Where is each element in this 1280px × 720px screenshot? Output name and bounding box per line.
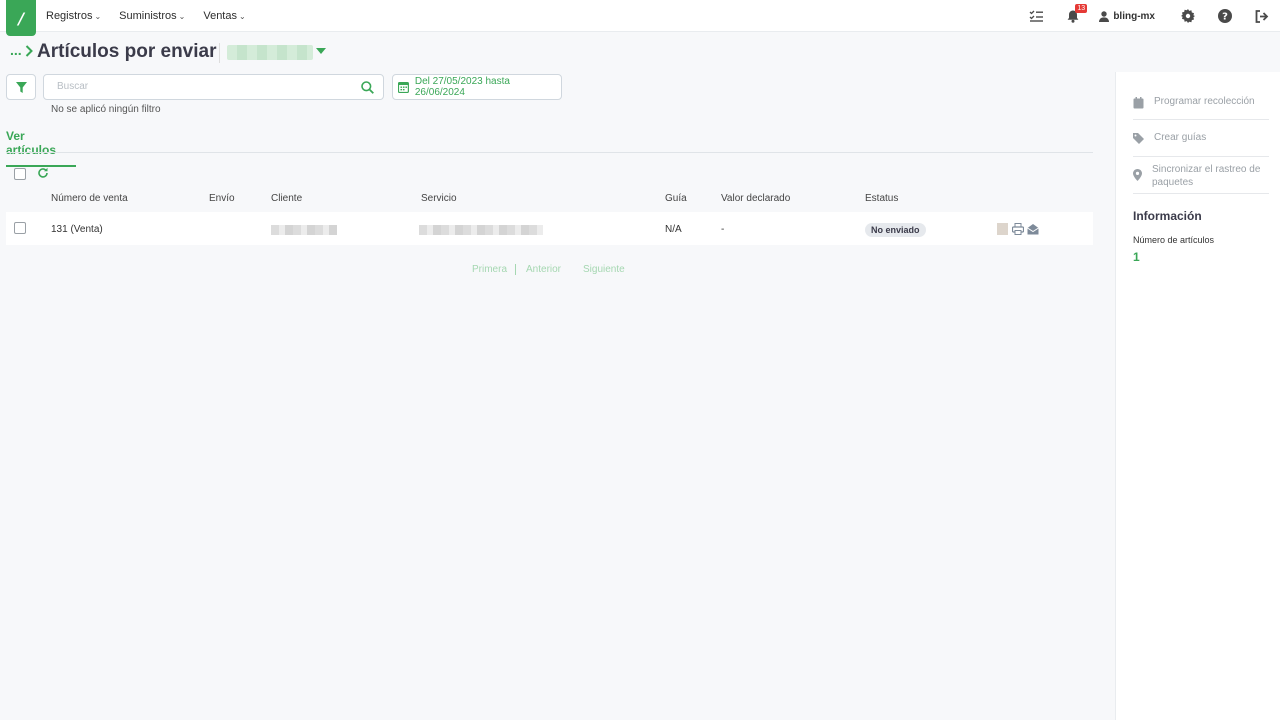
search-icon[interactable] bbox=[361, 81, 374, 94]
row-checkbox[interactable] bbox=[14, 222, 26, 234]
store-selector[interactable] bbox=[227, 45, 313, 60]
filter-status-text: No se aplicó ningún filtro bbox=[51, 104, 161, 115]
notifications-button[interactable]: 13 bbox=[1054, 0, 1091, 32]
pagination-previous[interactable]: Anterior bbox=[526, 264, 561, 275]
app-logo[interactable]: / bbox=[6, 0, 36, 36]
pagination-first[interactable]: Primera bbox=[472, 264, 507, 275]
tasks-icon bbox=[1029, 10, 1043, 22]
row-action-swatch[interactable] bbox=[997, 223, 1008, 235]
column-header-numero-venta[interactable]: Número de venta bbox=[51, 193, 128, 204]
top-navbar: / Registros ⌄ Suministros ⌄ Ventas ⌄ 13 bli… bbox=[0, 0, 1280, 36]
cell-declared-value: - bbox=[721, 224, 725, 235]
main-menu: Registros ⌄ Suministros ⌄ Ventas ⌄ bbox=[46, 0, 264, 32]
notifications-badge: 13 bbox=[1075, 4, 1088, 13]
menu-ventas-label: Ventas bbox=[203, 10, 237, 22]
svg-text:?: ? bbox=[1222, 12, 1228, 23]
sidebar-item-label: Crear guías bbox=[1154, 132, 1207, 143]
print-icon[interactable] bbox=[1012, 223, 1024, 235]
map-pin-icon bbox=[1133, 169, 1142, 181]
info-title: Información bbox=[1133, 209, 1202, 223]
menu-registros[interactable]: Registros ⌄ bbox=[46, 10, 101, 22]
sidebar-divider bbox=[1133, 193, 1269, 194]
user-name: bling-mx bbox=[1113, 10, 1155, 22]
cell-sale-number[interactable]: 131 (Venta) bbox=[51, 224, 103, 235]
sidebar-divider bbox=[1133, 156, 1269, 157]
breadcrumb[interactable]: ... bbox=[10, 42, 22, 58]
help-icon: ? bbox=[1217, 9, 1232, 23]
cell-client-redacted bbox=[271, 225, 337, 235]
column-header-valor-declarado[interactable]: Valor declarado bbox=[721, 193, 790, 204]
sidebar-divider bbox=[1133, 119, 1269, 120]
search-input[interactable] bbox=[57, 81, 347, 92]
column-header-estatus[interactable]: Estatus bbox=[865, 193, 898, 204]
help-button[interactable]: ? bbox=[1206, 0, 1243, 32]
calendar-icon bbox=[398, 81, 409, 93]
title-divider bbox=[219, 43, 220, 63]
envelope-open-icon[interactable] bbox=[1027, 223, 1039, 235]
sidebar-crear-guias[interactable]: Crear guías bbox=[1133, 132, 1269, 144]
sidebar-item-label: Programar recolección bbox=[1154, 96, 1255, 107]
date-range-button[interactable]: Del 27/05/2023 hasta 26/06/2024 bbox=[392, 74, 562, 100]
date-range-label: Del 27/05/2023 hasta 26/06/2024 bbox=[414, 76, 510, 98]
menu-suministros-label: Suministros bbox=[119, 10, 177, 22]
pagination-divider bbox=[515, 264, 516, 275]
cell-guide: N/A bbox=[665, 224, 682, 235]
right-sidebar: Programar recolección Crear guías Sincro… bbox=[1115, 72, 1280, 720]
menu-ventas[interactable]: Ventas ⌄ bbox=[203, 10, 245, 22]
logo-glyph: / bbox=[18, 8, 24, 28]
column-header-guia[interactable]: Guía bbox=[665, 193, 687, 204]
column-header-servicio[interactable]: Servicio bbox=[421, 193, 457, 204]
tab-ver-articulos[interactable]: Ver artículos bbox=[6, 129, 76, 167]
sidebar-programar-recoleccion[interactable]: Programar recolección bbox=[1133, 96, 1269, 109]
user-icon bbox=[1099, 10, 1110, 22]
caret-down-icon[interactable] bbox=[316, 48, 326, 54]
filter-icon bbox=[15, 81, 27, 93]
tab-divider bbox=[6, 152, 1093, 153]
status-badge: No enviado bbox=[865, 223, 926, 237]
cell-service-redacted bbox=[419, 225, 543, 235]
chevron-down-icon: ⌄ bbox=[94, 11, 102, 21]
calendar-icon bbox=[1133, 97, 1144, 109]
navbar-actions: 13 bling-mx ? bbox=[1017, 0, 1280, 32]
user-menu[interactable]: bling-mx bbox=[1091, 11, 1169, 22]
tasks-button[interactable] bbox=[1017, 0, 1054, 32]
logout-icon bbox=[1255, 9, 1268, 23]
logout-button[interactable] bbox=[1243, 0, 1280, 32]
info-value: 1 bbox=[1133, 250, 1140, 264]
page-title: Artículos por enviar bbox=[37, 41, 217, 62]
sidebar-item-label: Sincronizar el rastreo de paquetes bbox=[1152, 164, 1261, 188]
filter-button[interactable] bbox=[6, 74, 36, 100]
select-all-checkbox[interactable] bbox=[14, 168, 26, 180]
refresh-icon[interactable] bbox=[37, 167, 49, 179]
settings-button[interactable] bbox=[1169, 0, 1206, 32]
table-row[interactable] bbox=[6, 212, 1093, 245]
sidebar-sincronizar-rastreo[interactable]: Sincronizar el rastreo de paquetes bbox=[1133, 163, 1269, 189]
tag-icon bbox=[1133, 133, 1144, 144]
menu-registros-label: Registros bbox=[46, 10, 93, 22]
pagination-next[interactable]: Siguiente bbox=[583, 264, 625, 275]
gear-icon bbox=[1180, 9, 1195, 23]
search-box bbox=[43, 74, 384, 100]
chevron-right-icon bbox=[25, 45, 33, 57]
column-header-envio[interactable]: Envío bbox=[209, 193, 235, 204]
chevron-down-icon: ⌄ bbox=[238, 11, 246, 21]
menu-suministros[interactable]: Suministros ⌄ bbox=[119, 10, 185, 22]
info-label: Número de artículos bbox=[1133, 235, 1215, 245]
chevron-down-icon: ⌄ bbox=[178, 11, 186, 21]
column-header-cliente[interactable]: Cliente bbox=[271, 193, 302, 204]
